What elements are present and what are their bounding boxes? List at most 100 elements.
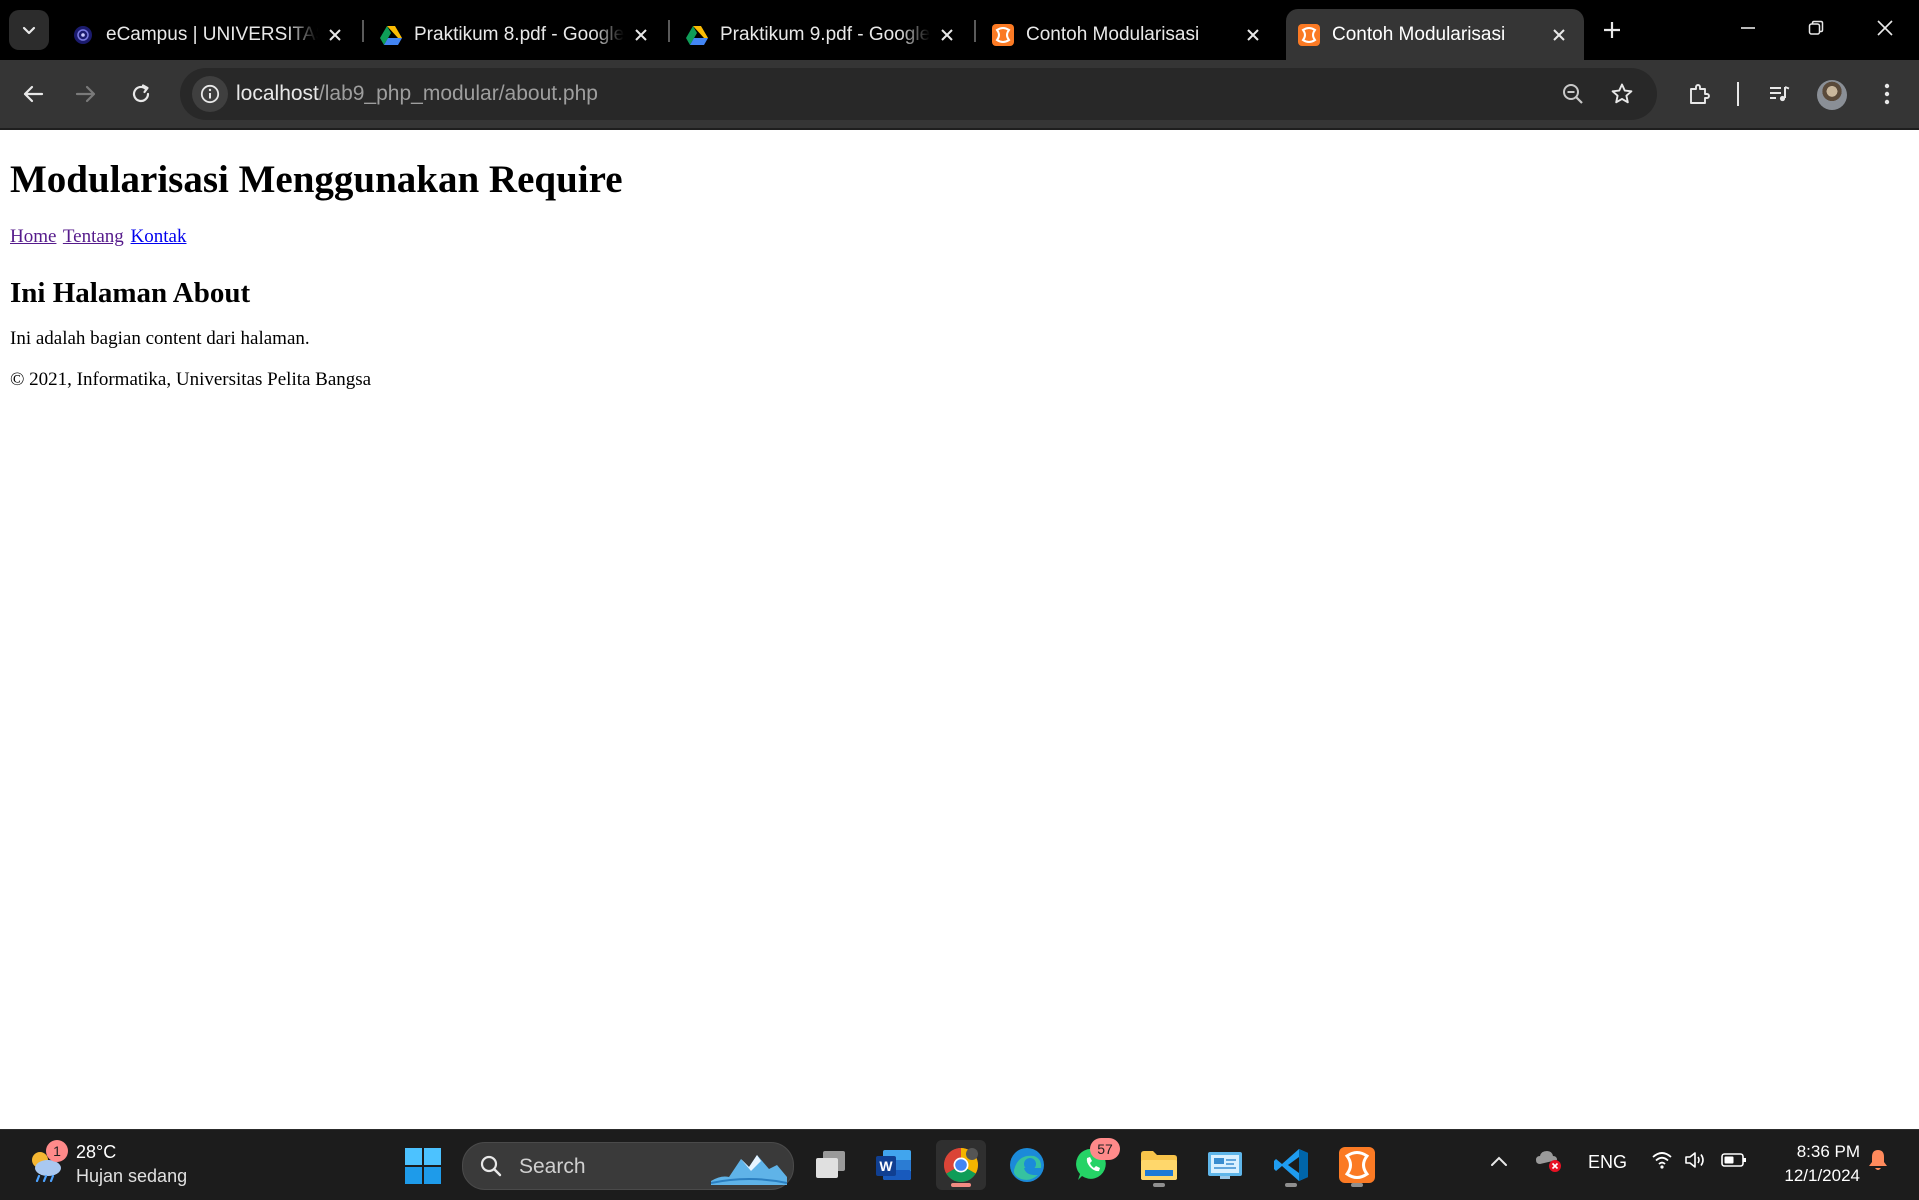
control-panel-app[interactable] bbox=[1200, 1140, 1250, 1190]
reload-icon bbox=[132, 84, 150, 103]
extensions-button[interactable] bbox=[1679, 74, 1719, 114]
vscode-icon bbox=[1274, 1149, 1308, 1181]
close-window-button[interactable] bbox=[1857, 8, 1913, 48]
chrome-menu-button[interactable] bbox=[1867, 74, 1907, 114]
tab-title: Contoh Modularisasi bbox=[1026, 24, 1200, 45]
bookmark-button[interactable] bbox=[1606, 78, 1638, 110]
network-status[interactable] bbox=[1651, 1150, 1673, 1175]
clock-time: 8:36 PM bbox=[1796, 1142, 1860, 1161]
tab-title: eCampus | UNIVERSITAS PELITA BANGSA bbox=[106, 24, 318, 45]
clock-date: 12/1/2024 bbox=[1784, 1166, 1860, 1185]
page-heading: Modularisasi Menggunakan Require bbox=[10, 158, 623, 201]
close-icon bbox=[1877, 20, 1893, 36]
system-clock[interactable]: 8:36 PM 12/1/2024 bbox=[1766, 1140, 1860, 1188]
show-hidden-icons-button[interactable] bbox=[1490, 1152, 1508, 1173]
weather-temperature: 28°C bbox=[76, 1142, 117, 1162]
puzzle-icon bbox=[1690, 84, 1710, 104]
whatsapp-app[interactable]: 57 bbox=[1068, 1138, 1120, 1190]
url-host: localhost bbox=[236, 82, 319, 105]
page-footer: © 2021, Informatika, Universitas Pelita … bbox=[10, 369, 372, 390]
media-controls-button[interactable] bbox=[1759, 74, 1799, 114]
onedrive-status[interactable] bbox=[1535, 1148, 1563, 1179]
start-button[interactable] bbox=[404, 1147, 442, 1185]
folder-icon bbox=[1141, 1151, 1177, 1180]
google-drive-icon bbox=[380, 24, 402, 46]
close-icon[interactable] bbox=[318, 18, 352, 52]
tab-strip: eCampus | UNIVERSITAS PELITA BANGSA Prak… bbox=[0, 0, 1919, 60]
url-path: /lab9_php_modular/about.php bbox=[318, 82, 598, 105]
windows-logo-icon bbox=[405, 1148, 441, 1184]
chevron-down-icon bbox=[22, 26, 36, 35]
nav-link-kontak[interactable]: Kontak bbox=[131, 226, 187, 247]
tab-title: Contoh Modularisasi bbox=[1332, 23, 1506, 45]
zoom-button[interactable] bbox=[1557, 78, 1589, 110]
vscode-app[interactable] bbox=[1266, 1140, 1316, 1190]
web-page-content: Modularisasi Menggunakan Require Home Te… bbox=[10, 130, 1910, 391]
volume-control[interactable] bbox=[1684, 1150, 1708, 1175]
running-indicator bbox=[1285, 1183, 1297, 1187]
xampp-icon bbox=[1298, 23, 1320, 46]
back-button[interactable] bbox=[13, 74, 53, 114]
minimize-icon bbox=[1741, 27, 1755, 29]
bell-icon bbox=[1869, 1150, 1887, 1170]
tab-praktikum-9[interactable]: Praktikum 9.pdf - Google Drive bbox=[674, 10, 972, 60]
nav-link-home[interactable]: Home bbox=[10, 226, 56, 247]
notifications-button[interactable] bbox=[1867, 1148, 1889, 1177]
xampp-app[interactable] bbox=[1332, 1140, 1382, 1190]
address-bar[interactable]: localhost/lab9_php_modular/about.php bbox=[180, 68, 1657, 120]
restore-button[interactable] bbox=[1788, 8, 1844, 48]
weather-badge: 1 bbox=[46, 1140, 68, 1162]
tab-praktikum-8[interactable]: Praktikum 8.pdf - Google Drive bbox=[368, 10, 666, 60]
battery-status[interactable] bbox=[1721, 1151, 1747, 1174]
weather-widget[interactable]: 1 28°C Hujan sedang bbox=[24, 1140, 194, 1190]
tab-title: Praktikum 9.pdf - Google Drive bbox=[720, 24, 930, 45]
forward-button[interactable] bbox=[66, 74, 106, 114]
language-indicator[interactable]: ENG bbox=[1588, 1152, 1627, 1173]
chevron-up-icon bbox=[1491, 1156, 1507, 1166]
close-icon[interactable] bbox=[624, 18, 658, 52]
windows-taskbar: 1 28°C Hujan sedang Search W 57 ENG 8:36… bbox=[0, 1129, 1919, 1200]
reload-button[interactable] bbox=[121, 74, 161, 114]
info-icon bbox=[200, 84, 220, 104]
content-paragraph: Ini adalah bagian content dari halaman. bbox=[10, 328, 310, 349]
wifi-icon bbox=[1652, 1152, 1672, 1169]
battery-icon bbox=[1721, 1153, 1746, 1167]
close-icon[interactable] bbox=[1542, 18, 1576, 52]
google-drive-icon bbox=[686, 24, 708, 46]
site-info-button[interactable] bbox=[192, 76, 228, 112]
url-text[interactable]: localhost/lab9_php_modular/about.php bbox=[236, 82, 598, 106]
close-icon[interactable] bbox=[930, 18, 964, 52]
browser-toolbar: localhost/lab9_php_modular/about.php bbox=[0, 60, 1919, 128]
minimize-button[interactable] bbox=[1720, 8, 1776, 48]
active-indicator bbox=[951, 1183, 971, 1187]
task-view-icon bbox=[816, 1151, 845, 1178]
tab-contoh-modularisasi-active[interactable]: Contoh Modularisasi bbox=[1286, 9, 1584, 60]
toolbar-separator bbox=[1737, 82, 1739, 106]
tab-search-button[interactable] bbox=[9, 10, 49, 50]
new-tab-button[interactable] bbox=[1592, 12, 1632, 48]
edge-app[interactable] bbox=[1002, 1140, 1052, 1190]
tab-ecampus[interactable]: eCampus | UNIVERSITAS PELITA BANGSA bbox=[60, 10, 360, 60]
tab-separator bbox=[362, 20, 364, 42]
nav-link-tentang[interactable]: Tentang bbox=[63, 226, 124, 247]
search-icon bbox=[480, 1155, 502, 1177]
chrome-app[interactable] bbox=[936, 1140, 986, 1190]
university-logo-icon bbox=[72, 24, 94, 46]
running-indicator bbox=[1153, 1183, 1165, 1187]
word-app[interactable]: W bbox=[869, 1140, 919, 1190]
page-nav: Home Tentang Kontak bbox=[10, 226, 1910, 248]
profile-avatar[interactable] bbox=[1817, 80, 1847, 110]
task-view-button[interactable] bbox=[806, 1140, 856, 1190]
svg-text:W: W bbox=[879, 1158, 893, 1174]
tab-separator bbox=[668, 20, 670, 42]
arrow-right-icon bbox=[75, 85, 96, 103]
star-icon bbox=[1611, 83, 1633, 104]
tab-title: Praktikum 8.pdf - Google Drive bbox=[414, 24, 624, 45]
section-heading: Ini Halaman About bbox=[10, 277, 251, 309]
file-explorer-app[interactable] bbox=[1134, 1140, 1184, 1190]
taskbar-search[interactable]: Search bbox=[462, 1142, 794, 1190]
close-icon[interactable] bbox=[1236, 18, 1270, 52]
more-vert-icon bbox=[1884, 83, 1890, 105]
tab-contoh-modularisasi[interactable]: Contoh Modularisasi bbox=[980, 10, 1278, 60]
arrow-left-icon bbox=[23, 85, 44, 103]
